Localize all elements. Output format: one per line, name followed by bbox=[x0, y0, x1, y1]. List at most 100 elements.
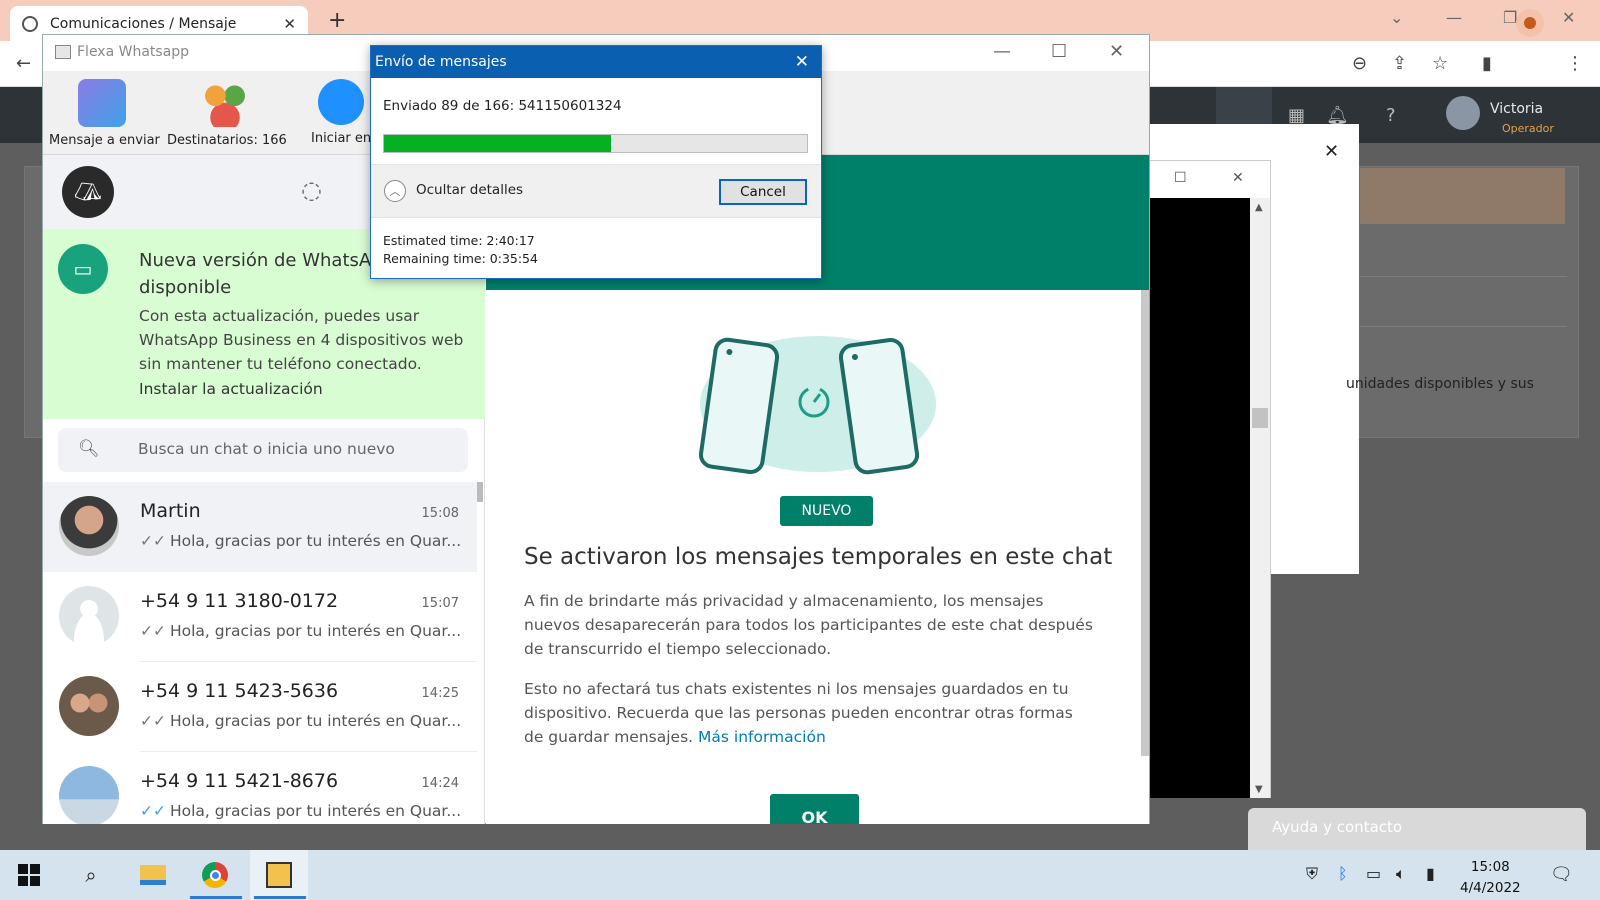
flexa-minimize-button[interactable]: — bbox=[993, 41, 1011, 62]
windows-start-icon[interactable] bbox=[12, 858, 46, 892]
scroll-down-icon[interactable]: ▼ bbox=[1255, 784, 1263, 795]
chat-preview: ✓✓ Hola, gracias por tu interés en Quar..… bbox=[140, 712, 460, 730]
clock[interactable]: 15:08 4/4/2022 bbox=[1460, 857, 1521, 899]
message-button-label: Mensaje a enviar bbox=[49, 133, 160, 148]
close-tab-icon[interactable]: ✕ bbox=[283, 15, 296, 33]
main-scrollbar[interactable] bbox=[1141, 290, 1149, 756]
user-avatar[interactable] bbox=[1446, 96, 1480, 130]
profile-avatar[interactable] bbox=[1516, 9, 1544, 37]
browser-tab-title: Comunicaciones / Mensaje bbox=[50, 15, 237, 32]
scroll-up-icon[interactable]: ▲ bbox=[1255, 202, 1263, 213]
console-maximize-button[interactable]: ☐ bbox=[1174, 170, 1187, 186]
play-icon bbox=[318, 79, 364, 125]
divider bbox=[1360, 326, 1567, 327]
flexa-app-icon[interactable] bbox=[262, 858, 296, 892]
double-check-icon: ✓✓ bbox=[140, 622, 166, 640]
minimize-button[interactable]: — bbox=[1446, 8, 1462, 27]
console-scrollbar[interactable] bbox=[1250, 198, 1270, 798]
share-icon[interactable]: ⇪ bbox=[1392, 53, 1407, 74]
zoom-icon[interactable]: ⊖ bbox=[1352, 53, 1367, 74]
notifications-icon[interactable]: 🗨︎ bbox=[1550, 864, 1573, 885]
chat-preview: ✓✓ Hola, gracias por tu interés en Quar..… bbox=[140, 532, 460, 550]
flexa-close-button[interactable]: ✕ bbox=[1109, 41, 1124, 62]
console-close-button[interactable]: ✕ bbox=[1232, 170, 1244, 186]
message-button[interactable]: Mensaje a enviar bbox=[49, 79, 160, 148]
logo-icon: ⛺︎ bbox=[74, 179, 102, 205]
close-window-button[interactable]: ✕ bbox=[1562, 8, 1575, 27]
chat-item[interactable]: +54 9 11 5421-8676 14:24 ✓✓ Hola, gracias… bbox=[43, 752, 477, 824]
clock-time: 15:08 bbox=[1470, 859, 1510, 875]
back-icon[interactable]: ← bbox=[16, 53, 31, 74]
search-input[interactable]: Busca un chat o inicia uno nuevo bbox=[138, 440, 395, 458]
volume-icon[interactable]: 🔈︎ bbox=[1396, 864, 1406, 884]
estimated-time: Estimated time: 2:40:17 bbox=[383, 233, 535, 248]
chat-bubble-icon bbox=[78, 79, 126, 127]
chat-preview: ✓✓ Hola, gracias por tu interés en Quar..… bbox=[140, 622, 460, 640]
chevron-up-icon[interactable]: ︿ bbox=[384, 180, 406, 202]
chat-time: 14:24 bbox=[421, 776, 459, 791]
calendar-icon[interactable]: ▦ bbox=[1288, 105, 1305, 126]
banner-description: Con esta actualización, puedes usar What… bbox=[139, 307, 464, 373]
more-info-link[interactable]: Más información bbox=[698, 728, 826, 746]
recipients-button[interactable]: Destinatarios: 166 bbox=[167, 79, 287, 148]
bell-icon[interactable]: 🔔︎ bbox=[1326, 105, 1349, 126]
chatlist-scrollbar[interactable] bbox=[477, 482, 483, 502]
help-contact-button[interactable]: Ayuda y contacto bbox=[1248, 808, 1586, 850]
status-icon[interactable]: ◌ bbox=[301, 176, 322, 204]
file-explorer-icon[interactable] bbox=[136, 858, 170, 892]
user-role: Operador bbox=[1502, 122, 1554, 135]
chat-preview: ✓✓ Hola, gracias por tu interés en Quar..… bbox=[140, 802, 460, 820]
people-icon bbox=[201, 79, 249, 127]
battery-icon[interactable]: ▮ bbox=[1426, 864, 1435, 883]
console-output bbox=[1134, 198, 1250, 798]
recipients-button-label: Destinatarios: 166 bbox=[167, 133, 287, 148]
bluetooth-icon[interactable]: ᛒ bbox=[1338, 864, 1348, 883]
double-check-icon: ✓✓ bbox=[140, 712, 166, 730]
security-icon[interactable]: ⛨ bbox=[1306, 864, 1318, 884]
double-check-icon: ✓✓ bbox=[140, 532, 166, 550]
modal-close-icon[interactable]: ✕ bbox=[1324, 141, 1339, 162]
flexa-running-indicator bbox=[254, 896, 306, 899]
chat-item[interactable]: Martin 15:08 ✓✓ Hola, gracias por tu inte… bbox=[43, 482, 477, 572]
tab-search-icon[interactable]: ⌄ bbox=[1390, 8, 1403, 27]
clock-date: 4/4/2022 bbox=[1460, 880, 1521, 896]
folder-shape bbox=[140, 865, 166, 885]
divider bbox=[1360, 276, 1567, 277]
person-icon bbox=[1524, 17, 1536, 29]
help-icon[interactable]: ? bbox=[1386, 105, 1396, 126]
progress-bar bbox=[383, 134, 808, 153]
search-taskbar-icon[interactable]: ⌕ bbox=[74, 858, 108, 892]
remaining-time: Remaining time: 0:35:54 bbox=[383, 251, 538, 266]
search-box[interactable]: 🔍︎ Busca un chat o inicia uno nuevo bbox=[58, 428, 468, 472]
install-update-link[interactable]: Instalar la actualización bbox=[139, 380, 323, 398]
devices-icon: ▭ bbox=[58, 244, 108, 294]
chat-time: 15:07 bbox=[421, 596, 459, 611]
chat-name: Martin bbox=[140, 500, 201, 522]
chat-name: +54 9 11 5421-8676 bbox=[140, 770, 339, 792]
profile-logo[interactable]: ⛺︎ bbox=[62, 166, 114, 218]
dialog-status: Enviado 89 de 166: 541150601324 bbox=[383, 98, 622, 114]
temporary-messages-text: A fin de brindarte más privacidad y alma… bbox=[524, 592, 1093, 658]
user-name[interactable]: Victoria bbox=[1490, 101, 1543, 117]
new-tab-button[interactable]: + bbox=[328, 8, 346, 33]
menu-icon[interactable]: ⋮ bbox=[1566, 53, 1584, 74]
chat-item[interactable]: +54 9 11 3180-0172 15:07 ✓✓ Hola, gracias… bbox=[43, 572, 477, 662]
flexa-maximize-button[interactable]: ☐ bbox=[1051, 41, 1067, 62]
start-button[interactable]: Iniciar en bbox=[311, 79, 371, 146]
globe-icon bbox=[22, 15, 38, 32]
console-scroll-thumb[interactable] bbox=[1252, 408, 1268, 428]
chrome-running-indicator bbox=[190, 896, 242, 899]
network-icon[interactable]: ▭ bbox=[1366, 864, 1381, 883]
dialog-close-icon[interactable]: ✕ bbox=[795, 52, 809, 72]
ok-button[interactable]: OK bbox=[770, 794, 859, 824]
chat-item[interactable]: +54 9 11 5423-5636 14:25 ✓✓ Hola, gracias… bbox=[43, 662, 477, 752]
modal-text: unidades disponibles y sus bbox=[1346, 376, 1534, 392]
cancel-button[interactable]: Cancel bbox=[719, 179, 807, 205]
sidepanel-icon[interactable]: ▮ bbox=[1482, 53, 1492, 74]
chrome-icon[interactable] bbox=[198, 858, 232, 892]
toggle-details-label[interactable]: Ocultar detalles bbox=[416, 182, 523, 198]
time-details: Estimated time: 2:40:17 Remaining time: … bbox=[383, 232, 538, 268]
star-icon[interactable]: ☆ bbox=[1432, 53, 1448, 74]
chrome-logo bbox=[202, 862, 228, 888]
divider bbox=[371, 217, 821, 218]
